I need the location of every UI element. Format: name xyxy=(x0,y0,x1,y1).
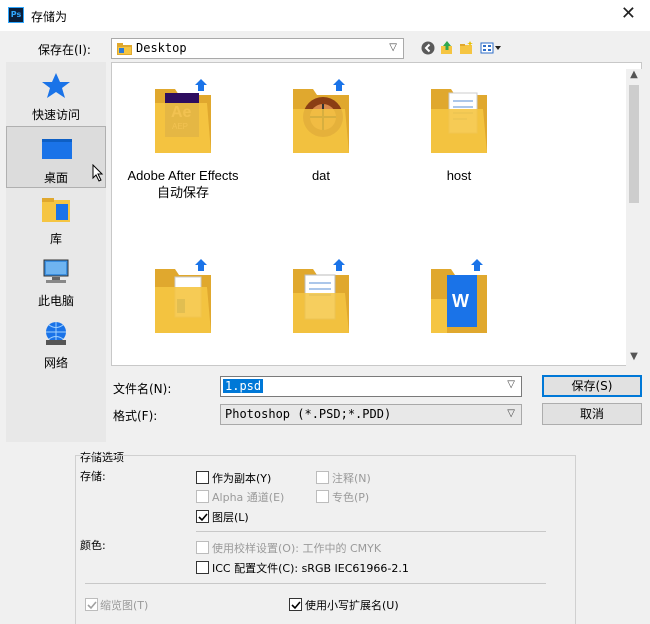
as-copy-label: 作为副本(Y) xyxy=(212,472,272,485)
place-quick-access[interactable]: 快速访问 xyxy=(6,64,106,126)
close-icon[interactable]: ✕ xyxy=(621,4,636,24)
place-label: 网络 xyxy=(43,356,68,370)
proof-setup-label: 使用校样设置(O): 工作中的 CMYK xyxy=(212,542,382,555)
divider xyxy=(85,583,546,584)
file-list-scrollbar[interactable]: ▲ ▼ xyxy=(626,69,642,366)
svg-text:W: W xyxy=(452,291,469,311)
layers-label: 图层(L) xyxy=(212,511,249,524)
cancel-button[interactable]: 取消 xyxy=(542,403,642,425)
divider xyxy=(196,531,546,532)
file-item[interactable]: host xyxy=(389,79,529,184)
store-label: 存储: xyxy=(80,470,106,483)
window-title: 存储为 xyxy=(31,10,68,24)
folder-icon xyxy=(117,43,132,55)
title-bar: Ps 存储为 ✕ xyxy=(0,0,650,31)
check-icon xyxy=(87,601,97,610)
thumbnail-label: 缩览图(T) xyxy=(100,599,149,612)
icc-profile-label: ICC 配置文件(C): sRGB IEC61966-2.1 xyxy=(212,562,409,575)
notes-label: 注释(N) xyxy=(332,472,371,485)
plain-folder-icon xyxy=(151,259,215,333)
place-label: 此电脑 xyxy=(37,294,74,308)
lowercase-extension-label: 使用小写扩展名(U) xyxy=(305,599,399,612)
check-icon xyxy=(291,601,301,610)
library-icon xyxy=(42,198,70,222)
star-icon xyxy=(42,73,70,98)
as-copy-checkbox[interactable] xyxy=(196,471,209,484)
proof-setup-checkbox[interactable] xyxy=(196,541,209,554)
chevron-down-icon[interactable]: ▽ xyxy=(507,379,515,390)
place-network[interactable]: 网络 xyxy=(6,312,106,374)
color-label: 颜色: xyxy=(80,539,106,552)
computer-icon xyxy=(43,259,69,283)
doc-folder-icon xyxy=(427,79,491,153)
scroll-down-icon[interactable]: ▼ xyxy=(626,351,642,362)
file-item[interactable] xyxy=(113,259,253,333)
check-icon xyxy=(198,513,208,522)
file-list: AeAEP Adobe After Effects 自动保存 dat host … xyxy=(111,62,642,366)
place-label: 桌面 xyxy=(43,171,68,185)
format-label: 格式(F): xyxy=(113,409,158,423)
back-icon[interactable] xyxy=(421,41,435,55)
scroll-up-icon[interactable]: ▲ xyxy=(626,69,642,80)
wps-folder-icon: W xyxy=(427,259,491,333)
alpha-channel-checkbox[interactable] xyxy=(196,490,209,503)
place-desktop[interactable]: 桌面 xyxy=(6,126,106,188)
place-label: 库 xyxy=(49,232,62,246)
place-library[interactable]: 库 xyxy=(6,188,106,250)
view-menu-icon[interactable] xyxy=(480,41,502,55)
file-name: dat xyxy=(311,168,331,183)
doc-folder-icon xyxy=(289,259,353,333)
spot-color-label: 专色(P) xyxy=(332,491,370,504)
file-item[interactable] xyxy=(251,259,391,333)
new-folder-icon[interactable] xyxy=(459,41,473,55)
scroll-thumb[interactable] xyxy=(629,85,639,203)
chevron-down-icon: ▽ xyxy=(507,408,515,419)
thumbnail-checkbox[interactable] xyxy=(85,598,98,611)
format-value: Photoshop (*.PSD;*.PDD) xyxy=(225,407,392,421)
up-folder-icon[interactable] xyxy=(440,41,454,55)
alpha-channel-label: Alpha 通道(E) xyxy=(212,491,285,504)
filename-label: 文件名(N): xyxy=(113,382,172,396)
file-name: Adobe After Effects 自动保存 xyxy=(127,168,239,200)
file-item[interactable]: W xyxy=(389,259,529,333)
chevron-down-icon: ▽ xyxy=(389,42,397,53)
places-bar: 快速访问 桌面 库 此电脑 网络 xyxy=(6,62,106,442)
format-dropdown[interactable]: Photoshop (*.PSD;*.PDD) ▽ xyxy=(220,404,522,425)
file-item[interactable]: AeAEP Adobe After Effects 自动保存 xyxy=(113,79,253,201)
place-this-pc[interactable]: 此电脑 xyxy=(6,250,106,312)
mouse-cursor-icon xyxy=(92,164,104,182)
photoshop-app-icon: Ps xyxy=(8,7,24,23)
filename-value: 1.psd xyxy=(223,379,264,393)
icc-profile-checkbox[interactable] xyxy=(196,561,209,574)
desktop-icon xyxy=(42,139,72,159)
spot-color-checkbox[interactable] xyxy=(316,490,329,503)
save-in-value: Desktop xyxy=(136,41,187,55)
save-button[interactable]: 保存(S) xyxy=(542,375,642,397)
notes-checkbox[interactable] xyxy=(316,471,329,484)
network-icon xyxy=(46,322,66,345)
place-label: 快速访问 xyxy=(31,108,80,122)
lowercase-extension-checkbox[interactable] xyxy=(289,598,302,611)
save-in-dropdown[interactable]: Desktop ▽ xyxy=(111,38,404,59)
save-in-label: 保存在(I): xyxy=(38,43,91,57)
ae-folder-icon: AeAEP xyxy=(151,79,215,153)
dat-folder-icon xyxy=(289,79,353,153)
file-item[interactable]: dat xyxy=(251,79,391,184)
file-name: host xyxy=(446,168,472,183)
filename-input[interactable]: 1.psd ▽ xyxy=(220,376,522,397)
layers-checkbox[interactable] xyxy=(196,510,209,523)
